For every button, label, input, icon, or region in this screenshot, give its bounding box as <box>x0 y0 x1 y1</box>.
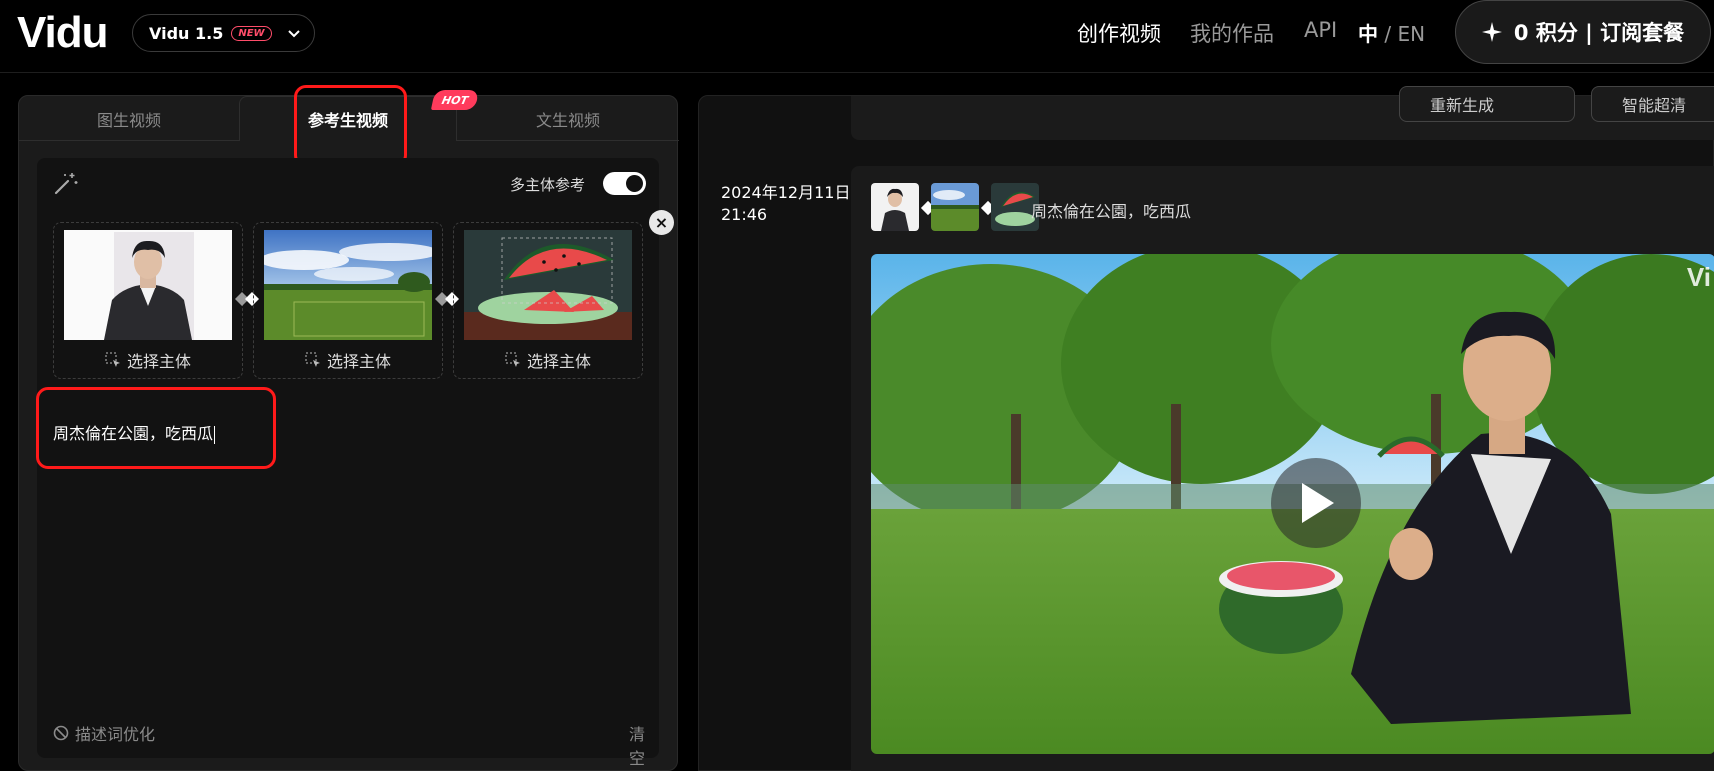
reference-card[interactable]: 选择主体 <box>53 222 243 379</box>
multi-subject-label: 多主体参考 <box>510 176 586 194</box>
lang-zh[interactable]: 中 <box>1358 22 1378 46</box>
remove-reference-close-icon[interactable]: × <box>649 210 674 235</box>
magic-wand-icon[interactable] <box>53 170 79 196</box>
generation-date: 2024年12月11日 <box>721 183 851 202</box>
nav-my-works[interactable]: 我的作品 <box>1190 18 1274 48</box>
select-subject-icon <box>505 352 520 367</box>
tab-divider <box>457 140 679 141</box>
reference-card[interactable]: 选择主体 <box>453 222 643 379</box>
upscale-label: 智能超清 <box>1622 96 1687 115</box>
multi-subject-toggle[interactable] <box>603 172 646 195</box>
vidu-logo[interactable]: Vidu <box>17 8 109 58</box>
select-subject-label: 选择主体 <box>326 352 391 371</box>
generation-panel: 图生视频 参考生视频 文生视频 HOT 多主体参考 选择主体 选择主体 选择主体… <box>18 85 679 771</box>
generation-result-card: 周杰倫在公園，吃西瓜 Vi <box>851 166 1714 771</box>
highlight-box-prompt <box>36 387 276 469</box>
result-ref-thumb-park[interactable] <box>931 183 979 231</box>
results-top-toolbar: 重新生成 智能超清 <box>851 86 1714 140</box>
play-button[interactable] <box>1271 458 1361 548</box>
nav-api[interactable]: API <box>1304 18 1337 42</box>
select-subject-icon <box>305 352 320 367</box>
select-subject-icon <box>105 352 120 367</box>
disabled-circle-icon <box>53 725 69 741</box>
smart-upscale-button[interactable]: 智能超清 <box>1591 86 1714 122</box>
regenerate-button[interactable]: 重新生成 <box>1399 86 1575 122</box>
result-prompt: 周杰倫在公園，吃西瓜 <box>1031 202 1192 221</box>
hot-badge: HOT <box>430 90 480 110</box>
top-header: Vidu Vidu 1.5 NEW 创作视频 我的作品 API 中 / EN 0… <box>0 0 1714 73</box>
select-subject-label: 选择主体 <box>126 352 191 371</box>
tab-text-to-video[interactable]: 文生视频 <box>457 96 679 141</box>
prompt-optimize-toggle[interactable]: 描述词优化 <box>53 721 155 745</box>
lang-separator: / <box>1384 22 1392 46</box>
sparkle-icon <box>1481 22 1502 42</box>
play-icon <box>1302 483 1334 523</box>
optimize-label: 描述词优化 <box>75 725 156 744</box>
reference-image-park <box>264 230 432 340</box>
vidu-watermark: Vi <box>1686 262 1711 292</box>
select-subject-button[interactable]: 选择主体 <box>454 348 642 372</box>
clear-button[interactable]: 清空 <box>629 721 659 769</box>
select-subject-label: 选择主体 <box>526 352 591 371</box>
select-subject-button[interactable]: 选择主体 <box>254 348 442 372</box>
reference-image-person <box>64 230 232 340</box>
model-name: Vidu 1.5 <box>149 23 224 43</box>
result-ref-thumb-person[interactable] <box>871 183 919 231</box>
generation-time: 21:46 <box>721 205 768 224</box>
select-subject-button[interactable]: 选择主体 <box>54 348 242 372</box>
tab-image-to-video[interactable]: 图生视频 <box>19 96 239 141</box>
chevron-down-icon <box>287 30 300 38</box>
regenerate-label: 重新生成 <box>1430 96 1495 115</box>
new-badge: NEW <box>231 25 272 41</box>
model-selector[interactable]: Vidu 1.5 NEW <box>132 14 315 52</box>
lang-en[interactable]: EN <box>1397 22 1425 46</box>
reference-image-watermelon <box>464 230 632 340</box>
nav-create-video[interactable]: 创作视频 <box>1077 18 1161 48</box>
tab-divider <box>19 140 239 141</box>
reference-card[interactable]: 选择主体 <box>253 222 443 379</box>
highlight-box-tab <box>294 85 407 167</box>
credits-subscribe-button[interactable]: 0 积分 | 订阅套餐 <box>1455 0 1711 64</box>
credits-label: 0 积分 | 订阅套餐 <box>1513 21 1685 45</box>
generated-video-player[interactable]: Vi <box>871 254 1714 754</box>
results-panel: 重新生成 智能超清 2024年12月11日 21:46 周杰倫在公園，吃西瓜 V… <box>698 86 1714 771</box>
toggle-knob <box>626 175 643 192</box>
generation-timestamp: 2024年12月11日 21:46 <box>721 182 850 226</box>
language-switch[interactable]: 中 / EN <box>1358 18 1425 47</box>
